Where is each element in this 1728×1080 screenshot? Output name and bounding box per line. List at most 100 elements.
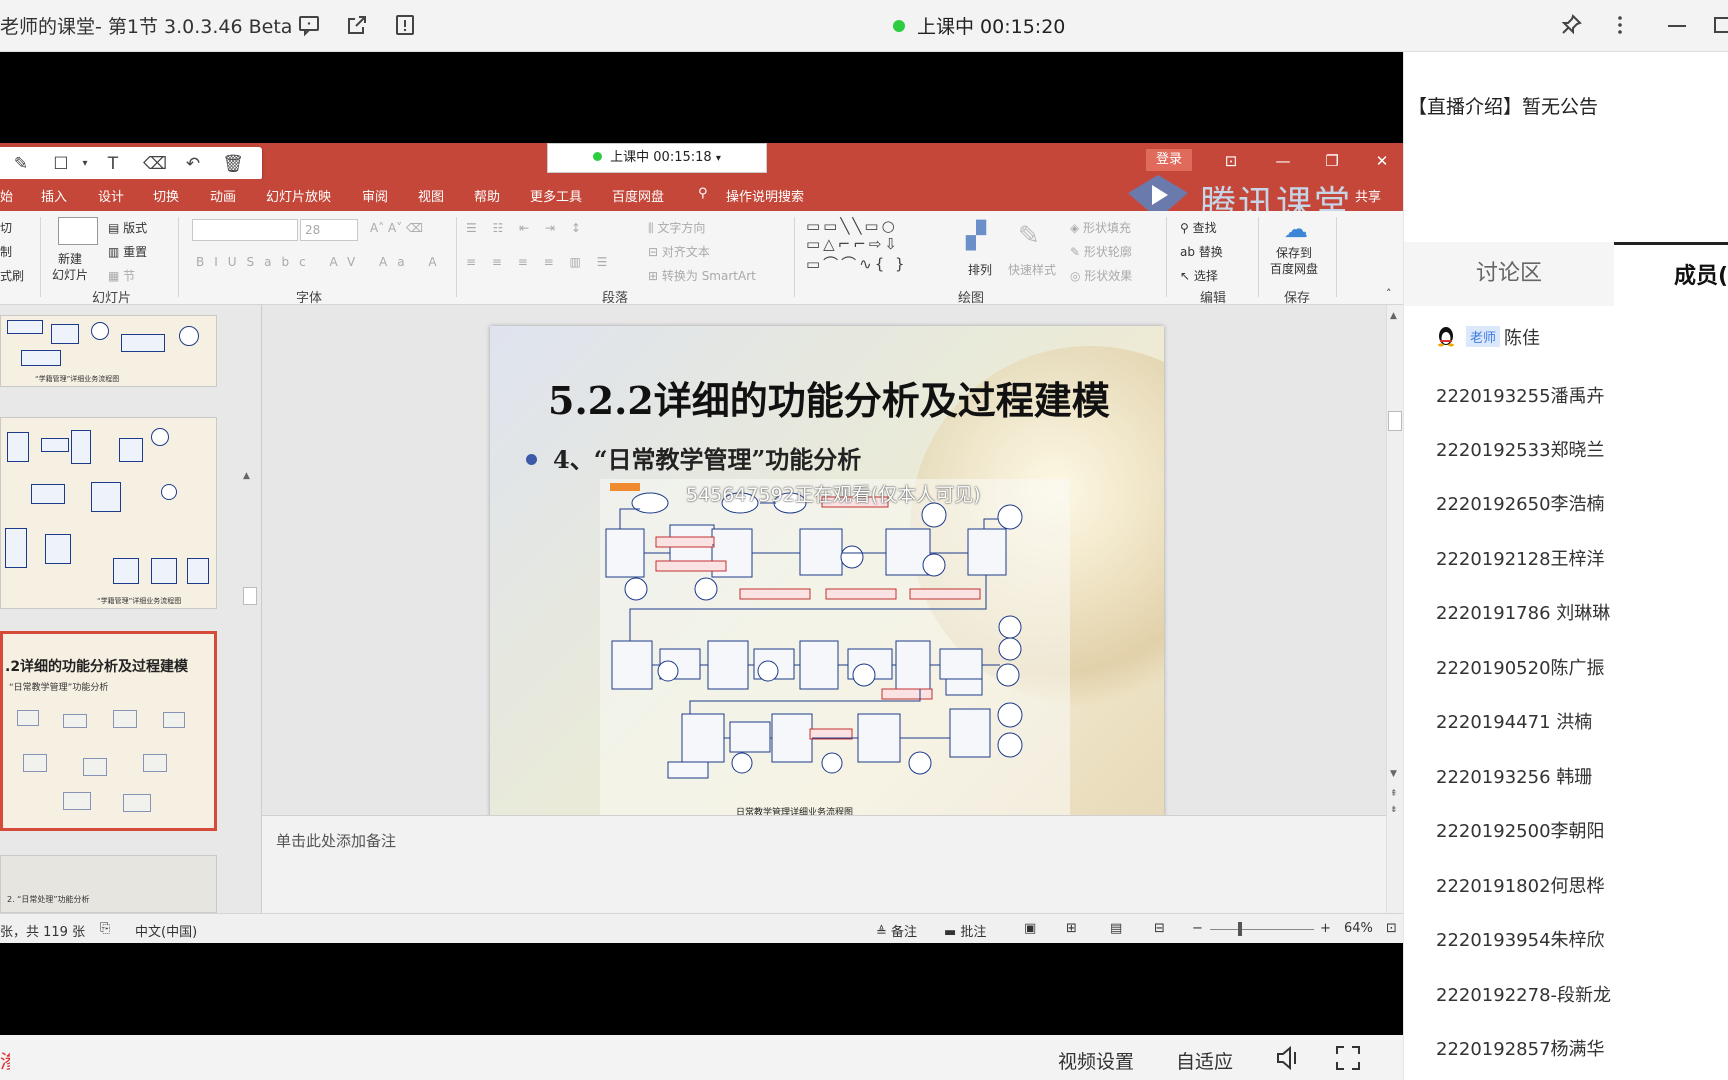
normal-view-icon[interactable]: ▣ xyxy=(1024,921,1036,936)
member-item[interactable]: 2220192128王梓洋 xyxy=(1436,545,1605,571)
member-item[interactable]: 2220190520陈广振 xyxy=(1436,654,1605,680)
select-button[interactable]: ↖ 选择 xyxy=(1180,267,1218,284)
pen-icon[interactable]: ✎ xyxy=(8,151,34,177)
thumbnails-scrollbar[interactable]: ▲ ▼ xyxy=(243,467,257,1075)
undo-icon[interactable]: ↶ xyxy=(180,151,206,177)
collapse-ribbon-icon[interactable]: ˄ xyxy=(1386,287,1392,300)
slide-scrollbar[interactable]: ▲ ▼ ⇞ ⇟ xyxy=(1386,305,1403,913)
minimize-icon[interactable] xyxy=(1664,13,1690,39)
new-slide-icon[interactable] xyxy=(58,217,98,245)
copy-button[interactable]: 制 xyxy=(0,243,12,260)
zoom-slider-track[interactable] xyxy=(1210,929,1314,930)
quick-styles-button[interactable]: 快速样式 xyxy=(1008,261,1056,278)
notes-toggle[interactable]: ≜ 备注 xyxy=(876,921,917,940)
tab-animations[interactable]: 动画 xyxy=(210,186,236,205)
shape-outline-button[interactable]: ✎ 形状轮廓 xyxy=(1070,243,1132,260)
text-direction-button[interactable]: ⫼ 文字方向 xyxy=(648,219,705,236)
shapes-gallery[interactable]: ▭▭╲╲▭○ ▭△⌐⌐⇨⇩ ▭⌒⌒∿{ } xyxy=(806,217,908,274)
member-item[interactable]: 2220191802何思桦 xyxy=(1436,872,1605,898)
zoom-out-icon[interactable]: − xyxy=(1192,921,1203,936)
chat-icon[interactable] xyxy=(296,13,322,39)
member-item[interactable]: 2220192533郑晓兰 xyxy=(1436,436,1605,462)
text-icon[interactable]: T xyxy=(100,151,126,177)
slide-thumbnail[interactable]: 2. “日常处理”功能分析 xyxy=(0,855,217,913)
font-size-input[interactable]: 28 xyxy=(300,219,358,241)
bottom-left-label[interactable]: 渗 xyxy=(0,1047,10,1074)
smartart-button[interactable]: ⊞ 转换为 SmartArt xyxy=(648,267,756,284)
scroll-thumb[interactable] xyxy=(243,587,257,605)
font-name-input[interactable] xyxy=(192,219,298,241)
rectangle-icon[interactable]: ☐ xyxy=(48,151,74,177)
new-slide-button[interactable]: 新建 幻灯片 xyxy=(52,251,88,283)
zoom-level[interactable]: 64% xyxy=(1344,921,1373,936)
comments-toggle[interactable]: ▬ 批注 xyxy=(944,921,986,940)
language-indicator[interactable]: 中文(中国) xyxy=(135,921,197,940)
login-button[interactable]: 登录 xyxy=(1146,149,1192,171)
alert-icon[interactable] xyxy=(392,13,418,39)
ppt-restore-icon[interactable]: ❐ xyxy=(1317,149,1347,173)
cut-button[interactable]: 切 xyxy=(0,219,12,236)
reading-view-icon[interactable]: ▤ xyxy=(1110,921,1122,936)
shape-effect-button[interactable]: ◎ 形状效果 xyxy=(1070,267,1132,284)
ppt-minimize-icon[interactable]: — xyxy=(1268,149,1298,173)
scroll-up-icon[interactable]: ▲ xyxy=(243,471,250,481)
tab-slideshow[interactable]: 幻灯片放映 xyxy=(266,186,331,205)
more-icon[interactable] xyxy=(1607,13,1633,39)
zoom-in-icon[interactable]: + xyxy=(1320,921,1331,936)
baidu-netdisk-icon[interactable]: ☁ xyxy=(1284,215,1308,243)
quick-styles-icon[interactable]: ✎ xyxy=(1018,221,1040,251)
list-buttons[interactable]: ☰ ☷ ⇤ ⇥ ↕ xyxy=(466,221,587,235)
section-button[interactable]: ▦ 节 xyxy=(108,267,135,284)
member-teacher[interactable]: 老师 陈佳 xyxy=(1436,324,1540,350)
member-item[interactable]: 2220192650李浩楠 xyxy=(1436,490,1605,516)
accessibility-icon[interactable]: ⎘ xyxy=(100,921,110,936)
maximize-icon[interactable] xyxy=(1712,13,1728,39)
tab-baidu-netdisk[interactable]: 百度网盘 xyxy=(612,186,664,205)
tell-me-search[interactable]: 操作说明搜索 xyxy=(726,186,804,205)
tab-design[interactable]: 设计 xyxy=(98,186,124,205)
zoom-slider-thumb[interactable] xyxy=(1238,922,1242,936)
tab-discussion[interactable]: 讨论区 xyxy=(1404,242,1614,306)
font-format-buttons[interactable]: BIUSabc AV Aa A xyxy=(196,255,447,269)
replace-button[interactable]: ab 替换 xyxy=(1180,243,1223,260)
video-settings-button[interactable]: 视频设置 xyxy=(1058,1047,1134,1074)
adaptive-button[interactable]: 自适应 xyxy=(1176,1047,1233,1074)
layout-button[interactable]: ▤ 版式 xyxy=(108,219,147,236)
tab-members[interactable]: 成员( xyxy=(1614,242,1728,306)
current-slide[interactable]: 5.2.2详细的功能分析及过程建模 4、“日常教学管理”功能分析 日常教学管理详… xyxy=(490,326,1164,830)
tab-review[interactable]: 审阅 xyxy=(362,186,388,205)
notes-pane[interactable]: 单击此处添加备注 xyxy=(262,815,1386,913)
slideshow-view-icon[interactable]: ⊟ xyxy=(1154,921,1165,936)
arrange-icon[interactable]: ▞ xyxy=(966,221,986,251)
share-button[interactable]: 共享 xyxy=(1355,186,1381,205)
find-button[interactable]: ⚲ 查找 xyxy=(1180,219,1217,236)
previous-slide-icon[interactable]: ⇞ xyxy=(1390,789,1398,799)
tab-help[interactable]: 帮助 xyxy=(474,186,500,205)
fit-to-window-icon[interactable]: ⊡ xyxy=(1386,921,1397,936)
member-item[interactable]: 2220192278-段新龙 xyxy=(1436,981,1611,1007)
slide-sorter-icon[interactable]: ⊞ xyxy=(1066,921,1077,936)
member-item[interactable]: 2220192857杨满华 xyxy=(1436,1035,1605,1061)
slide-thumbnail[interactable]: “学籍管理”详细业务流程图 xyxy=(0,315,217,387)
ppt-close-icon[interactable]: ✕ xyxy=(1367,149,1397,173)
member-item[interactable]: 2220194471 洪楠 xyxy=(1436,708,1592,734)
align-buttons[interactable]: ≡ ≡ ≡ ≡ ▥ ☰ xyxy=(466,255,613,269)
tab-insert[interactable]: 插入 xyxy=(41,186,67,205)
ribbon-display-icon[interactable]: ⊡ xyxy=(1216,149,1246,173)
format-painter-button[interactable]: 式刷 xyxy=(0,267,24,284)
slide-thumbnail[interactable]: “学籍管理”详细业务流程图 xyxy=(0,417,217,609)
member-item[interactable]: 2220193954朱梓欣 xyxy=(1436,926,1605,952)
share-out-icon[interactable] xyxy=(344,13,370,39)
increase-font-icon[interactable]: A˄ A˅ ⌫ xyxy=(370,221,423,235)
tab-more-tools[interactable]: 更多工具 xyxy=(530,186,582,205)
scroll-down-icon[interactable]: ▼ xyxy=(1390,769,1397,779)
inner-live-status[interactable]: 上课中 00:15:18 ▾ xyxy=(547,143,767,173)
tab-transitions[interactable]: 切换 xyxy=(153,186,179,205)
arrange-button[interactable]: 排列 xyxy=(968,261,992,278)
speaker-icon[interactable] xyxy=(1274,1044,1302,1077)
shape-fill-button[interactable]: ◈ 形状填充 xyxy=(1070,219,1131,236)
trash-icon[interactable]: 🗑 xyxy=(220,151,246,177)
member-item[interactable]: 2220193256 韩珊 xyxy=(1436,763,1592,789)
align-text-button[interactable]: ⊟ 对齐文本 xyxy=(648,243,710,260)
fullscreen-icon[interactable] xyxy=(1334,1044,1362,1077)
